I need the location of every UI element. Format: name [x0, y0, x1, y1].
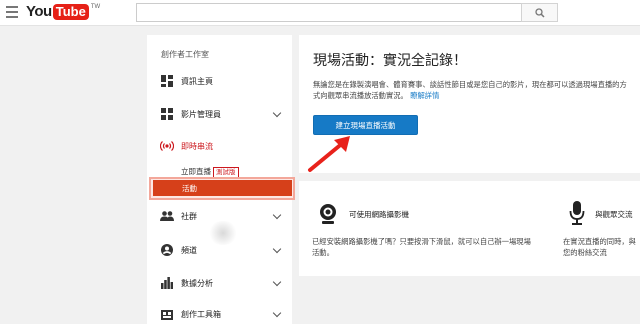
search-icon: [534, 7, 545, 18]
sidebar-lower: 社群 頻道 數據分析 創作工具箱: [147, 200, 292, 324]
chevron-down-icon: [272, 277, 282, 287]
create-toolbox-icon: [160, 307, 174, 321]
sidebar-item-label: 資訊主頁: [181, 76, 213, 86]
features-card: 可使用網路攝影機 已經安裝網路攝影機了嗎？只要按滑下滑鼠，就可以自己辦一場現場活…: [299, 181, 640, 276]
channel-icon: [160, 243, 174, 257]
intro-text: 無論您是在錄製演唱會、體育賽事、談話性節目或是您自己的影片，現在都可以透過現場直…: [313, 80, 627, 100]
top-bar: You Tube TW: [0, 0, 640, 26]
sidebar-item-analytics[interactable]: 數據分析: [147, 273, 292, 293]
sidebar-item-label: 頻道: [181, 245, 197, 255]
highlight-frame: 活動: [149, 177, 295, 200]
logo-tube-text: Tube: [52, 4, 89, 20]
sidebar-item-label: 即時串流: [181, 141, 213, 151]
events-label: 活動: [182, 184, 197, 193]
annotation-arrow: [308, 136, 350, 172]
analytics-icon: [160, 276, 174, 290]
page-title: 現場活動：實況全記錄！: [313, 53, 467, 69]
microphone-icon: [569, 201, 585, 229]
video-manager-icon: [160, 107, 174, 121]
feature-title-engage: 與觀眾交流: [595, 210, 633, 219]
search-input[interactable]: [136, 3, 522, 22]
menu-icon[interactable]: [6, 6, 18, 18]
sidebar-subitem-events[interactable]: 活動: [153, 180, 292, 196]
stream-now-label: 立即直播: [181, 167, 211, 176]
logo-region: TW: [90, 4, 101, 10]
learn-more-link[interactable]: 瞭解詳情: [410, 91, 439, 100]
chevron-down-icon: [272, 108, 282, 118]
chevron-down-icon: [272, 210, 282, 220]
webcam-icon: [317, 203, 339, 229]
live-broadcast-icon: [160, 139, 174, 153]
community-icon: [160, 209, 174, 223]
sidebar-item-dashboard[interactable]: 資訊主頁: [147, 71, 292, 91]
feature-desc-webcam: 已經安裝網路攝影機了嗎？只要按滑下滑鼠，就可以自己辦一場現場活動。: [312, 237, 531, 257]
feature-desc-engage: 在實況直播的同時，與您的粉絲交流: [563, 237, 636, 257]
sidebar-item-create[interactable]: 創作工具箱: [147, 304, 292, 324]
sidebar-title: 創作者工作室: [161, 50, 209, 59]
dashboard-icon: [160, 74, 174, 88]
sidebar-item-label: 數據分析: [181, 278, 213, 288]
sidebar-item-label: 社群: [181, 211, 197, 221]
feature-title-webcam: 可使用網路攝影機: [349, 210, 409, 219]
logo-you-text: You: [26, 3, 52, 20]
sidebar-item-live-streaming[interactable]: 即時串流: [147, 136, 292, 156]
sidebar-item-label: 創作工具箱: [181, 309, 221, 319]
youtube-logo[interactable]: You Tube TW: [26, 3, 100, 21]
sidebar-item-label: 影片管理員: [181, 109, 221, 119]
blur-smudge: [208, 221, 238, 245]
search-button[interactable]: [521, 3, 558, 22]
intro-description: 無論您是在錄製演唱會、體育賽事、談話性節目或是您自己的影片，現在都可以透過現場直…: [313, 79, 633, 101]
chevron-down-icon: [272, 308, 282, 318]
sidebar-item-video-manager[interactable]: 影片管理員: [147, 104, 292, 124]
chevron-down-icon: [272, 244, 282, 254]
